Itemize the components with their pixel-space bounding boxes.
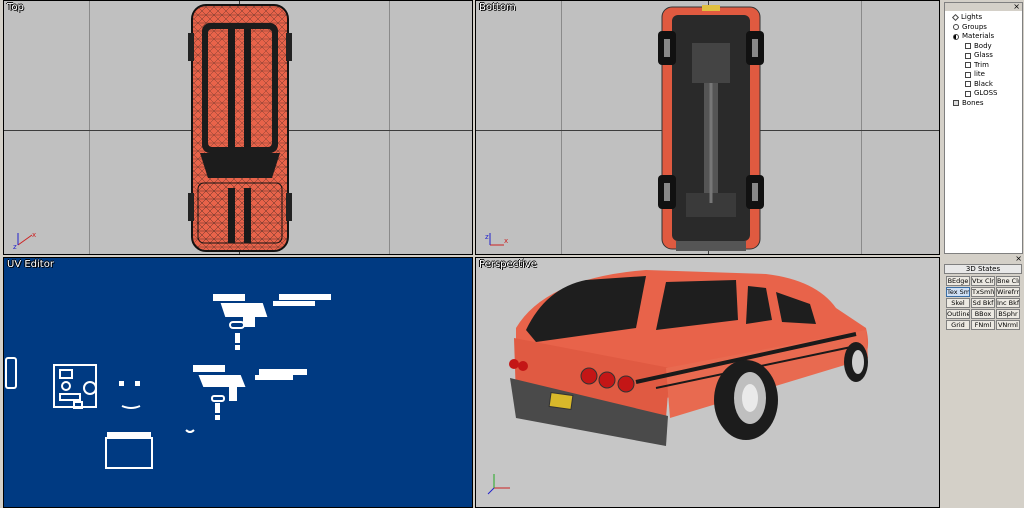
states-button-grid: BEdge Vtx Clr Bne Clr Tex Smi TxSmlWr Wi… [942, 275, 1024, 331]
state-button-texture-smooth[interactable]: Tex Smi [946, 287, 970, 297]
tree-item-material-black[interactable]: Black [953, 80, 1022, 90]
tree-item-materials[interactable]: Materials [953, 32, 1022, 42]
tree-item-groups[interactable]: Groups [953, 23, 1022, 33]
tree-item-label: Lights [961, 13, 983, 21]
grid-line [861, 1, 862, 254]
svg-text:x: x [504, 237, 508, 245]
state-button-wireframe[interactable]: Wirefrme [996, 287, 1020, 297]
group-icon [953, 24, 959, 31]
grid-line [561, 1, 562, 254]
material-icon [965, 81, 971, 88]
uv-islands [5, 294, 331, 469]
tree-item-label: Glass [974, 51, 993, 59]
scene-tree: Lights Groups Materials Body Glass Trim … [945, 11, 1022, 108]
tree-item-label: Materials [962, 32, 995, 40]
state-button-vertex-color[interactable]: Vtx Clr [971, 276, 995, 286]
state-button-face-normals[interactable]: FNml [971, 320, 995, 330]
grid-line [389, 1, 390, 254]
tree-item-material-body[interactable]: Body [953, 42, 1022, 52]
panel-titlebar: × [945, 3, 1022, 11]
scene-tree-panel: × Lights Groups Materials Body Glass Tri… [944, 2, 1023, 254]
light-icon [951, 14, 960, 22]
tree-item-label: Groups [962, 22, 987, 31]
close-icon[interactable]: × [1013, 2, 1020, 11]
viewport-uv-editor[interactable]: UV Editor [3, 257, 473, 508]
axis-gizmo: x z [13, 231, 36, 251]
tree-item-label: Bones [962, 98, 984, 107]
tree-item-label: Trim [974, 60, 989, 69]
viewport-label: Perspective [479, 259, 537, 270]
tree-item-material-glass[interactable]: Glass [953, 51, 1022, 61]
material-icon [965, 90, 971, 97]
axis-gizmo: x z [485, 233, 508, 246]
tree-item-bones[interactable]: Bones [953, 99, 1022, 109]
states-panel: × 3D States BEdge Vtx Clr Bne Clr Tex Sm… [942, 255, 1024, 508]
tree-item-label: GLOSS [974, 89, 998, 97]
tree-item-material-gloss[interactable]: GLOSS [953, 89, 1022, 99]
material-icon [965, 43, 971, 50]
material-icon [965, 62, 971, 69]
state-button-inc-bkf[interactable]: Inc Bkf [996, 298, 1020, 308]
viewport-top[interactable]: Top x z [3, 0, 473, 255]
material-icon [965, 52, 971, 59]
bones-icon [953, 100, 959, 107]
axis-gizmo [487, 474, 510, 495]
viewport-label: Bottom [479, 2, 516, 13]
viewport-bottom[interactable]: Bottom x z [475, 0, 940, 255]
state-button-bbox[interactable]: BBox [971, 309, 995, 319]
states-title: 3D States [944, 264, 1022, 274]
tree-item-label: Body [974, 41, 992, 50]
state-button-sd-bkf[interactable]: Sd Bkf [971, 298, 995, 308]
state-button-skeleton[interactable]: Skel [946, 298, 970, 308]
tree-item-label: Black [974, 79, 993, 88]
close-icon[interactable]: × [1015, 254, 1022, 263]
grid-line [89, 1, 90, 254]
material-icon [965, 71, 971, 78]
state-button-grid[interactable]: Grid [946, 320, 970, 330]
state-button-bone-color[interactable]: Bne Clr [996, 276, 1020, 286]
viewport-label: UV Editor [7, 259, 54, 270]
tree-item-material-lite[interactable]: lite [953, 70, 1022, 80]
materials-icon [953, 33, 959, 40]
app-window: Top x z Bottom x z UV Editor Perspective… [0, 0, 1024, 508]
tree-item-material-trim[interactable]: Trim [953, 61, 1022, 71]
car-bottom-view [658, 5, 764, 251]
state-button-bedge[interactable]: BEdge [946, 276, 970, 286]
state-button-bsphere[interactable]: BSphr [996, 309, 1020, 319]
car-top-wireframe [188, 4, 292, 252]
tree-item-label: lite [974, 70, 985, 78]
state-button-texture-smooth-wire[interactable]: TxSmlWr [971, 287, 995, 297]
tree-item-lights[interactable]: Lights [951, 13, 1022, 23]
state-button-outline[interactable]: Outline [946, 309, 970, 319]
state-button-vertex-normals[interactable]: VNrml [996, 320, 1020, 330]
svg-text:x: x [32, 231, 36, 239]
car-perspective-render [509, 270, 869, 446]
panel-titlebar: × [942, 255, 1024, 263]
svg-text:z: z [13, 243, 17, 251]
svg-text:z: z [485, 233, 489, 241]
viewport-perspective[interactable]: Perspective [475, 257, 940, 508]
viewport-label: Top [7, 2, 24, 13]
